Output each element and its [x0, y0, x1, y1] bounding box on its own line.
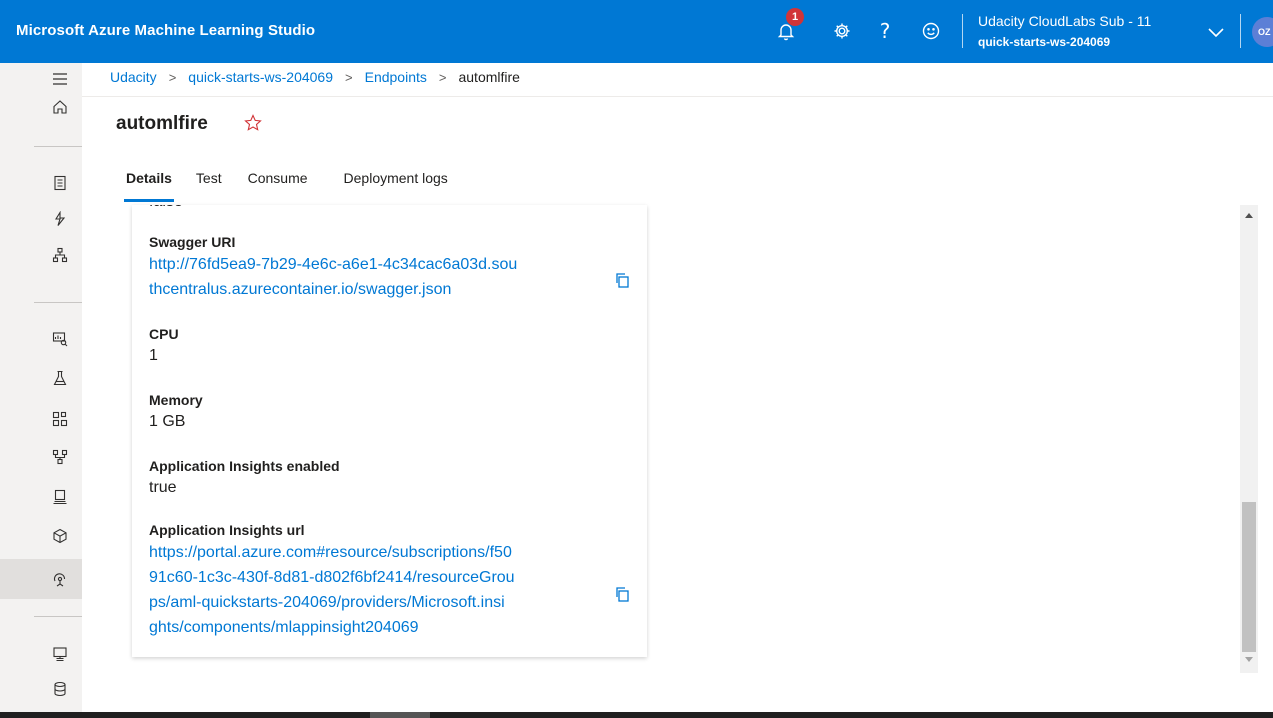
endpoints-icon[interactable] [0, 559, 82, 599]
swagger-uri-link[interactable]: http://76fd5ea9-7b29-4e6c-a6e1-4c34cac6a… [149, 252, 611, 302]
chevron-down-icon[interactable] [1205, 22, 1227, 42]
vertical-scrollbar[interactable] [1240, 205, 1258, 673]
top-bar: Microsoft Azure Machine Learning Studio … [0, 0, 1273, 63]
breadcrumb: Udacity > quick-starts-ws-204069 > Endpo… [110, 66, 520, 88]
partial-value: false [149, 205, 183, 211]
designer-icon[interactable] [0, 239, 82, 271]
scroll-down-arrow-icon[interactable] [1245, 657, 1253, 662]
star-outline-icon[interactable] [243, 113, 263, 133]
tab-test[interactable]: Test [184, 168, 234, 202]
insights-url-link[interactable]: https://portal.azure.com#resource/subscr… [149, 540, 611, 640]
insights-url-line[interactable]: https://portal.azure.com#resource/subscr… [149, 540, 611, 565]
breadcrumb-divider [82, 96, 1273, 97]
insights-enabled-value: true [149, 479, 177, 496]
environments-icon[interactable] [0, 520, 82, 552]
memory-value: 1 GB [149, 413, 186, 430]
scroll-up-arrow-icon[interactable] [1245, 213, 1253, 218]
cpu-label: CPU [149, 326, 179, 342]
subscription-name[interactable]: Udacity CloudLabs Sub - 11 [978, 13, 1151, 29]
breadcrumb-udacity[interactable]: Udacity [110, 69, 157, 85]
insights-url-line[interactable]: ghts/components/mlappinsight204069 [149, 615, 611, 640]
memory-label: Memory [149, 392, 203, 408]
insights-url-line[interactable]: ps/aml-quickstarts-204069/providers/Micr… [149, 590, 611, 615]
breadcrumb-separator: > [438, 69, 447, 85]
automl-icon[interactable] [0, 203, 82, 235]
page-title: automlfire [116, 113, 208, 134]
header-divider [1240, 14, 1241, 48]
nav-divider [34, 146, 82, 147]
tab-bar: Details Test Consume Deployment logs [114, 168, 460, 202]
breadcrumb-separator: > [345, 69, 353, 85]
app-title[interactable]: Microsoft Azure Machine Learning Studio [16, 22, 315, 39]
home-icon[interactable] [0, 91, 82, 123]
swagger-uri-line[interactable]: http://76fd5ea9-7b29-4e6c-a6e1-4c34cac6a… [149, 252, 611, 277]
swagger-uri-label: Swagger URI [149, 234, 236, 250]
pipelines-icon[interactable] [0, 403, 82, 435]
header-divider [962, 14, 963, 48]
insights-url-line[interactable]: 91c60-1c3c-430f-8d81-d802f6bf2414/resour… [149, 565, 611, 590]
nav-divider [34, 616, 82, 617]
cpu-field: CPU 1 [149, 324, 179, 367]
help-icon[interactable]: ? [872, 18, 898, 44]
tab-deployment-logs[interactable]: Deployment logs [326, 168, 460, 202]
feedback-smiley-icon[interactable] [918, 18, 944, 44]
datastores-icon[interactable] [0, 673, 82, 705]
models-icon[interactable] [0, 441, 82, 473]
insights-enabled-field: Application Insights enabled true [149, 456, 340, 499]
compute-instances-icon[interactable] [0, 638, 82, 670]
tab-consume[interactable]: Consume [234, 168, 326, 202]
gear-icon[interactable] [829, 18, 855, 44]
insights-enabled-label: Application Insights enabled [149, 458, 340, 474]
avatar[interactable]: OZ [1252, 17, 1273, 47]
taskbar-handle [370, 712, 430, 718]
breadcrumb-current: automlfire [458, 69, 520, 85]
experiments-icon[interactable] [0, 362, 82, 394]
nav-divider [34, 302, 82, 303]
copy-icon[interactable] [614, 272, 630, 288]
tab-details[interactable]: Details [114, 168, 184, 202]
swagger-uri-field: Swagger URI http://76fd5ea9-7b29-4e6c-a6… [149, 232, 611, 302]
insights-url-label: Application Insights url [149, 522, 305, 538]
workspace-name[interactable]: quick-starts-ws-204069 [978, 35, 1110, 49]
compute-icon[interactable] [0, 481, 82, 513]
notebooks-icon[interactable] [0, 167, 82, 199]
insights-url-field: Application Insights url https://portal.… [149, 520, 611, 640]
left-nav-rail [0, 63, 82, 718]
breadcrumb-workspace[interactable]: quick-starts-ws-204069 [188, 69, 333, 85]
breadcrumb-endpoints[interactable]: Endpoints [365, 69, 427, 85]
swagger-uri-line[interactable]: thcentralus.azurecontainer.io/swagger.js… [149, 277, 611, 302]
memory-field: Memory 1 GB [149, 390, 203, 433]
details-card: false Swagger URI http://76fd5ea9-7b29-4… [132, 205, 647, 657]
datasets-icon[interactable] [0, 323, 82, 355]
notification-badge: 1 [786, 8, 804, 26]
copy-icon[interactable] [614, 586, 630, 602]
breadcrumb-separator: > [168, 69, 177, 85]
scroll-thumb[interactable] [1242, 502, 1256, 652]
cpu-value: 1 [149, 347, 158, 364]
taskbar-edge [0, 712, 1273, 718]
